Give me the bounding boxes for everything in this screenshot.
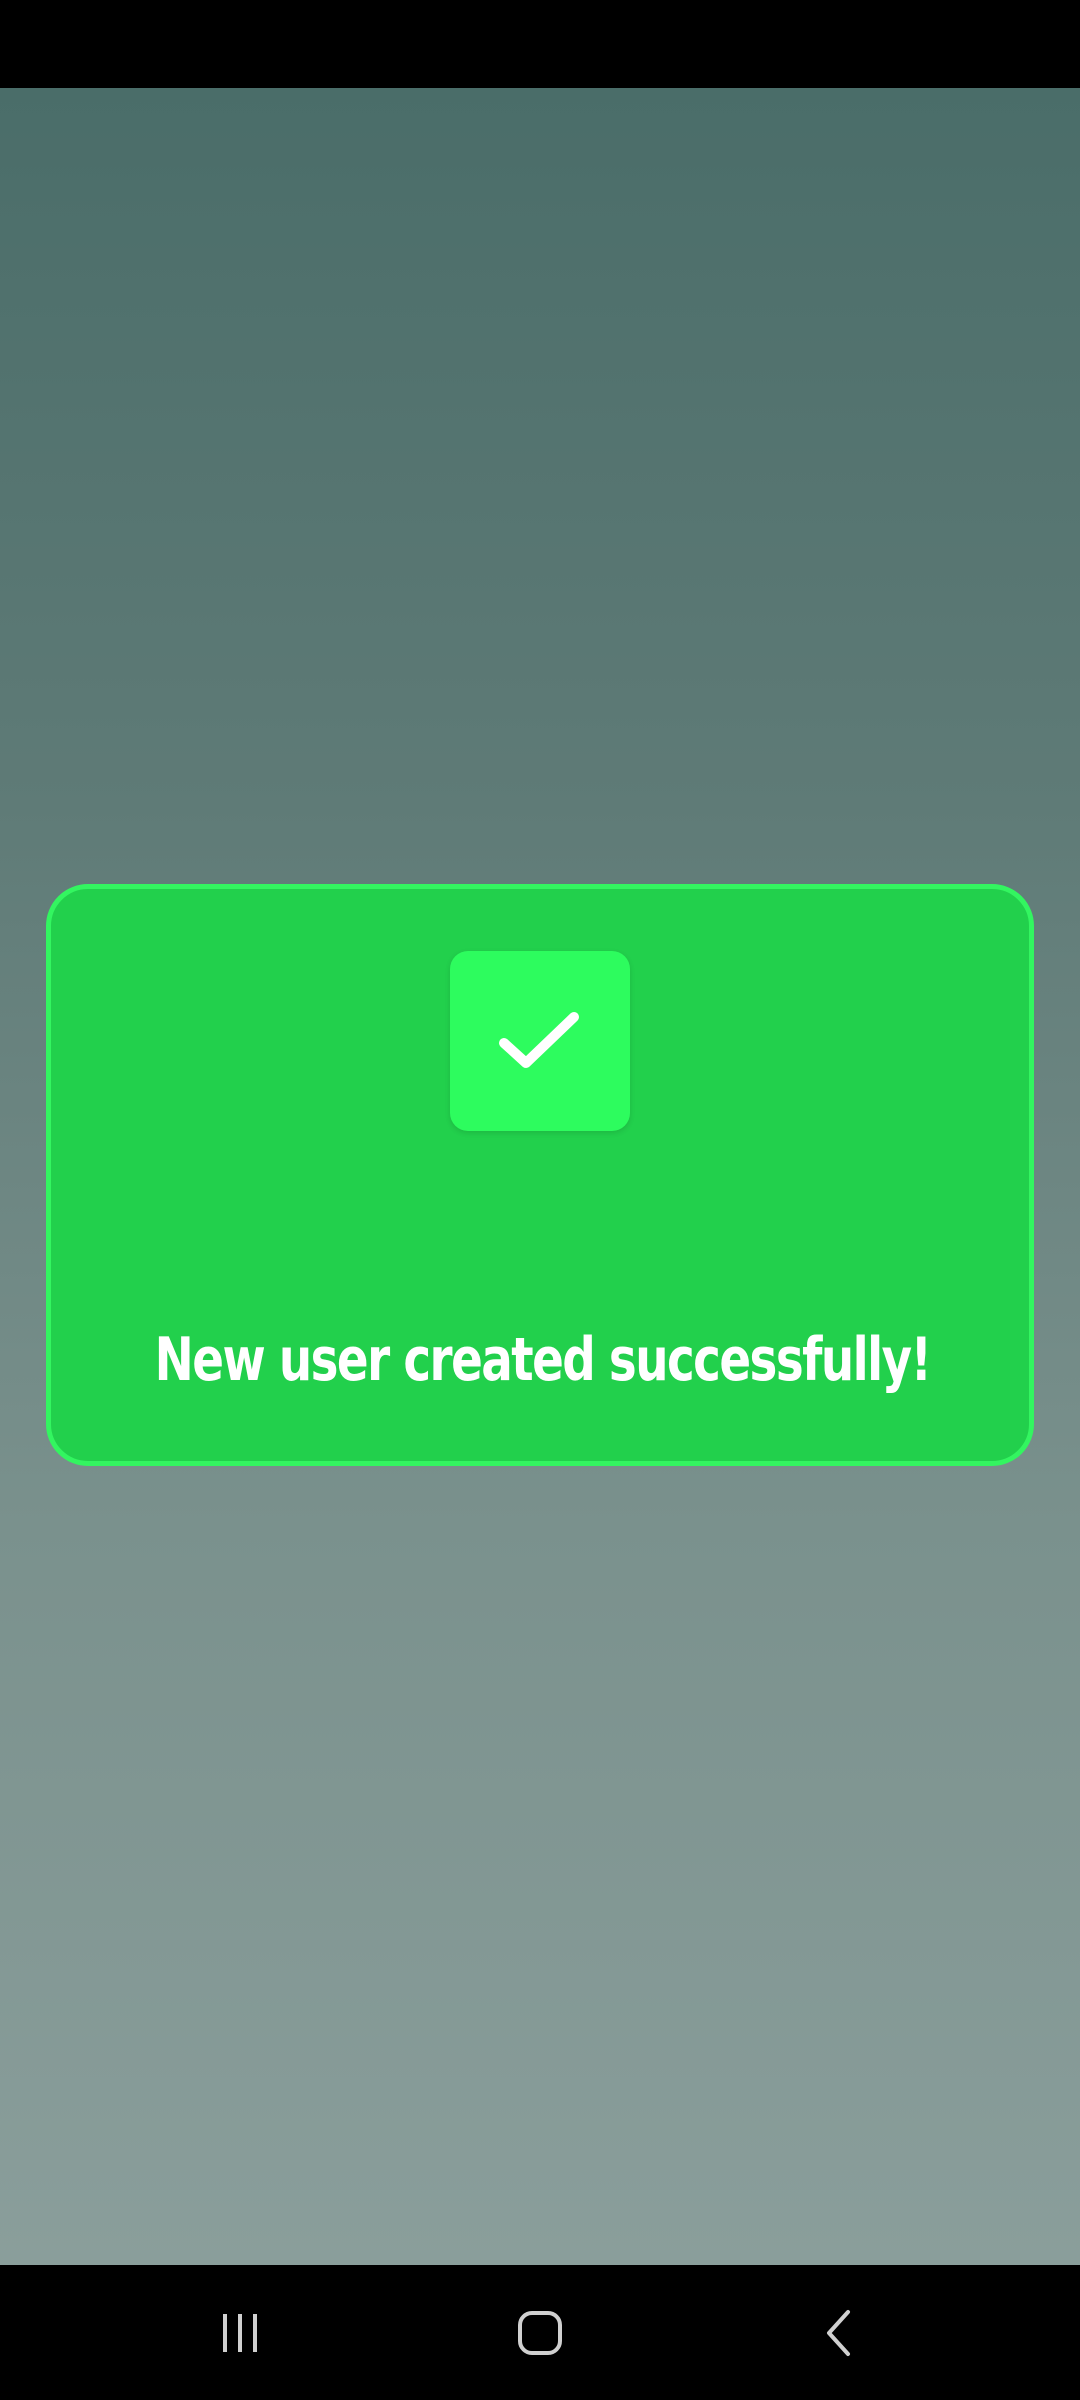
home-icon xyxy=(518,2310,562,2355)
status-bar xyxy=(0,0,1080,88)
phone-screen: New user created successfully! xyxy=(0,0,1080,2400)
checkmark-icon xyxy=(499,1012,579,1068)
recent-apps-icon xyxy=(223,2313,257,2352)
navigation-bar xyxy=(0,2265,1080,2400)
back-icon xyxy=(827,2309,850,2356)
recent-apps-button[interactable] xyxy=(150,2265,330,2400)
back-button[interactable] xyxy=(750,2265,930,2400)
success-message: New user created successfully! xyxy=(154,1325,932,1395)
success-icon-tile xyxy=(450,951,630,1131)
home-button[interactable] xyxy=(450,2265,630,2400)
